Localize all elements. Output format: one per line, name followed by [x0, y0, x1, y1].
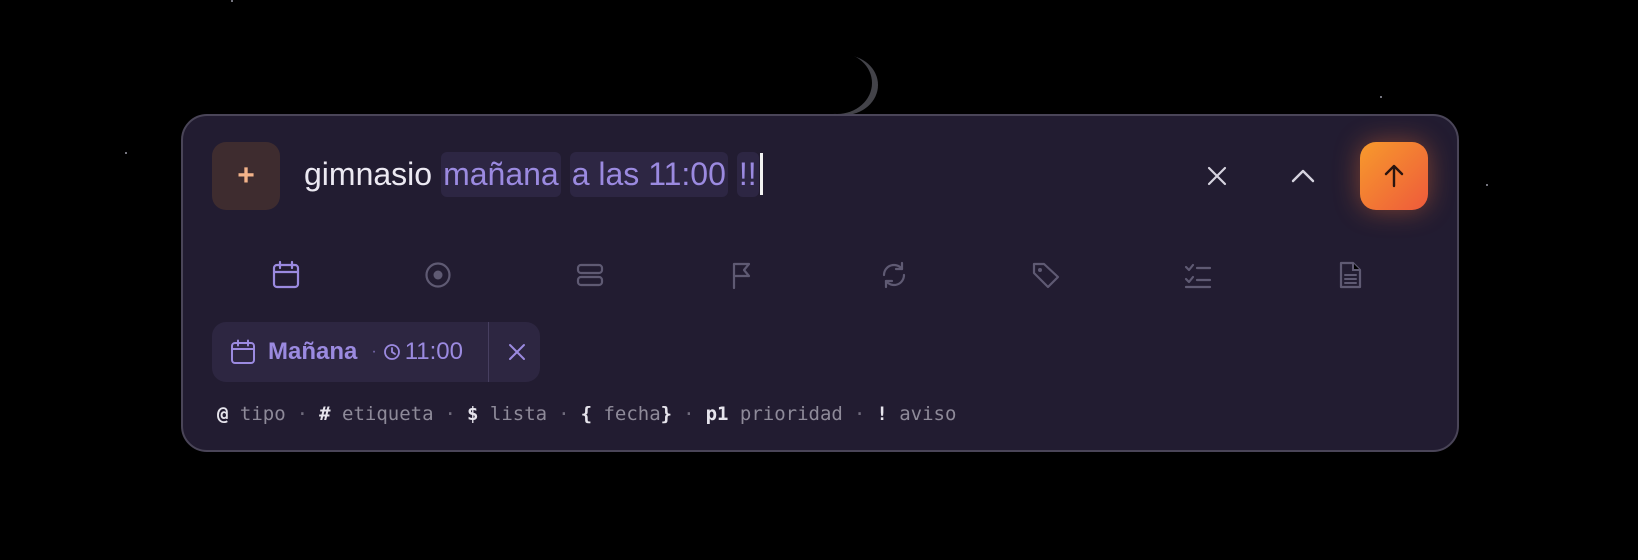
date-chip[interactable]: Mañana · 11:00 [212, 322, 540, 382]
collapse-button[interactable] [1279, 152, 1327, 200]
quick-add-panel: + gimnasio mañana a las 11:00 !! Mañana … [181, 114, 1459, 452]
checklist-icon [1184, 263, 1212, 289]
syntax-hints: @ tipo · # etiqueta · $ lista · { fecha}… [217, 400, 956, 428]
tool-tag[interactable] [1023, 252, 1069, 298]
hint-separator: · [853, 403, 866, 425]
hint-symbol: @ [217, 403, 229, 425]
input-plain-text: gimnasio [304, 155, 433, 192]
repeat-icon [882, 261, 906, 289]
hint-symbol: { [580, 403, 593, 425]
date-chip-separator: · [371, 343, 377, 360]
add-button[interactable]: + [212, 142, 280, 210]
date-chip-time: 11:00 [404, 338, 463, 365]
document-icon [1339, 261, 1362, 289]
hint-symbol: $ [467, 403, 479, 425]
input-date-token: mañana [441, 151, 561, 197]
tool-list[interactable] [567, 252, 613, 298]
hint-symbol: # [319, 403, 331, 425]
hint-label: aviso [899, 403, 957, 425]
send-button[interactable] [1360, 142, 1428, 210]
star [1380, 96, 1382, 98]
hint-label: lista [489, 403, 548, 425]
moon [802, 52, 872, 114]
star [1486, 184, 1488, 186]
tool-notes[interactable] [1327, 252, 1373, 298]
hint-separator: · [444, 403, 456, 425]
star [231, 0, 233, 2]
tool-checklist[interactable] [1175, 252, 1221, 298]
tool-priority[interactable] [719, 252, 765, 298]
attribute-toolbar [183, 252, 1457, 298]
hint-symbol: ! [876, 403, 888, 425]
hint-symbol: p1 [705, 403, 729, 425]
input-priority-token: !! [736, 151, 759, 197]
plus-icon: + [237, 159, 255, 192]
close-icon [1207, 166, 1227, 186]
calendar-icon [272, 260, 300, 289]
tag-icon [1032, 262, 1060, 289]
hint-separator: · [558, 403, 570, 425]
hint-label: fecha [603, 403, 661, 425]
tool-type[interactable] [415, 252, 461, 298]
hint-label: etiqueta [342, 403, 434, 425]
arrow-up-icon [1384, 164, 1404, 188]
flag-icon [732, 262, 751, 290]
remove-date-button[interactable] [494, 328, 540, 376]
date-chip-day: Mañana [268, 338, 358, 365]
task-input[interactable]: gimnasio mañana a las 11:00 !! [304, 146, 763, 202]
hint-label: tipo [239, 403, 286, 425]
target-icon [425, 262, 451, 288]
star [125, 152, 127, 154]
hint-symbol-closing: } [660, 403, 673, 425]
input-time-token: a las 11:00 [569, 151, 728, 197]
tool-date[interactable] [263, 252, 309, 298]
hint-label: prioridad [739, 403, 843, 425]
close-icon [509, 344, 525, 360]
tool-repeat[interactable] [871, 252, 917, 298]
chevron-up-icon [1291, 169, 1315, 183]
text-caret [759, 153, 763, 195]
list-icon [576, 263, 604, 287]
clear-input-button[interactable] [1193, 152, 1241, 200]
hint-separator: · [296, 403, 309, 425]
divider [488, 322, 489, 382]
hint-separator: · [683, 403, 695, 425]
calendar-icon [230, 339, 256, 365]
clock-icon [383, 343, 401, 361]
